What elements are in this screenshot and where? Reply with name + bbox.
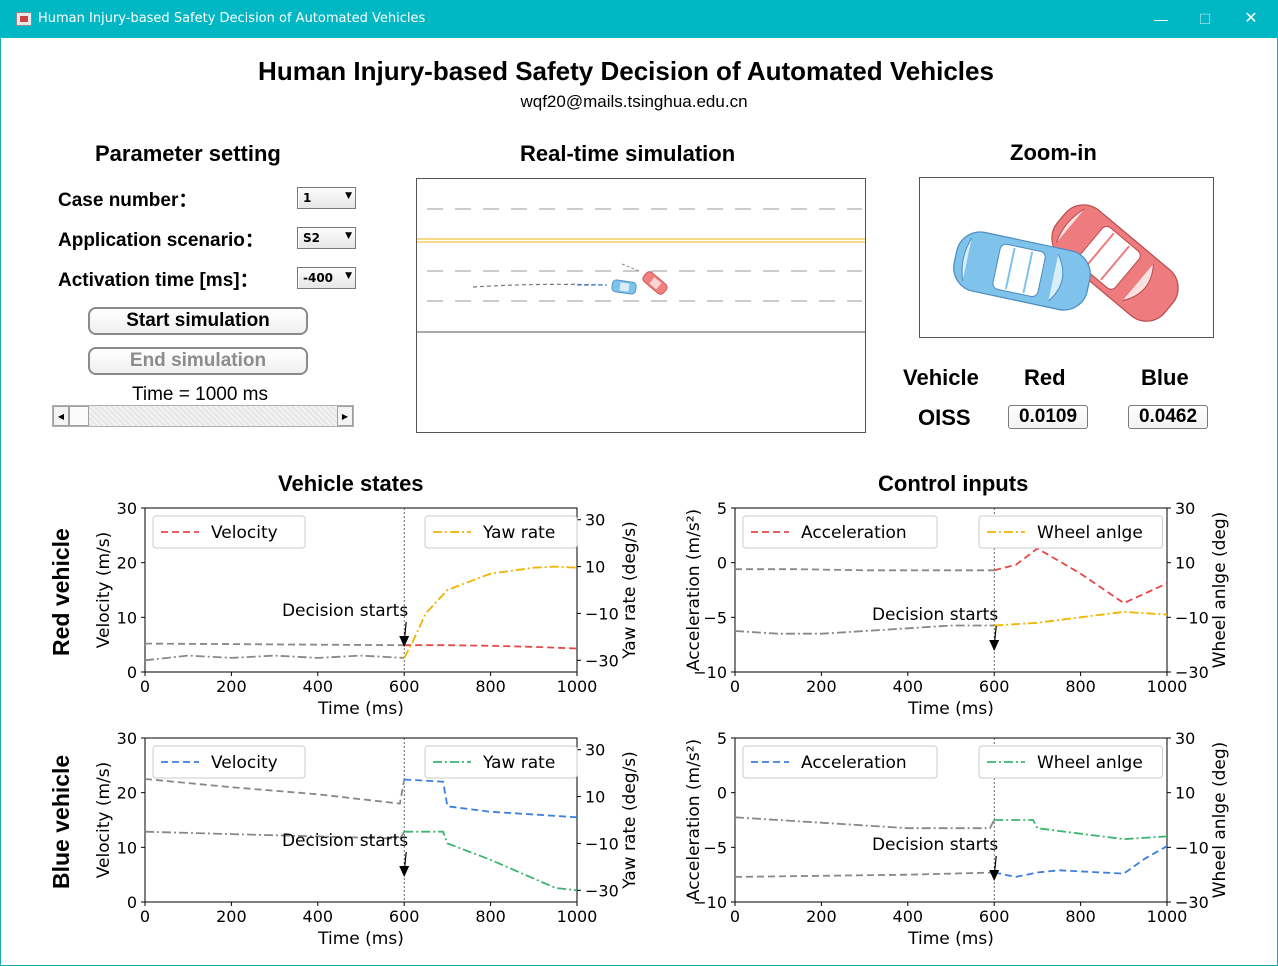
parameter-setting-title: Parameter setting: [95, 141, 281, 166]
blue-vehicle-label: Blue vehicle: [48, 754, 74, 889]
blue-oiss-value: 0.0462: [1128, 405, 1208, 429]
vehicle-column-label: Vehicle: [903, 365, 979, 390]
chevron-down-icon: ▼: [345, 231, 352, 241]
activation-time-value: -400: [303, 271, 334, 285]
chevron-down-icon: ▼: [345, 271, 352, 281]
trajectory-path: [621, 263, 640, 272]
red-vehicle-label: Red vehicle: [48, 528, 74, 656]
blue-vehicle-small: [611, 279, 637, 295]
application-scenario-dropdown[interactable]: S2 ▼: [297, 227, 356, 249]
time-readout: Time = 1000 ms: [131, 384, 269, 405]
red-vehicle-small: [642, 271, 668, 295]
title-bar[interactable]: Human Injury-based Safety Decision of Au…: [0, 0, 1278, 38]
app-icon: [16, 12, 32, 26]
activation-time-label: Activation time [ms]：: [58, 270, 259, 291]
minimize-icon[interactable]: —: [1150, 8, 1172, 30]
activation-time-dropdown[interactable]: -400 ▼: [297, 267, 356, 289]
time-slider[interactable]: ◀ ▶: [52, 405, 354, 427]
red-column-label: Red: [1024, 365, 1066, 390]
page-title: Human Injury-based Safety Decision of Au…: [258, 56, 994, 86]
road-scene: [417, 208, 865, 333]
close-icon[interactable]: ✕: [1240, 8, 1262, 30]
simulation-view: [416, 178, 866, 433]
window-title: Human Injury-based Safety Decision of Au…: [38, 11, 426, 26]
case-number-dropdown[interactable]: 1 ▼: [297, 187, 356, 209]
case-number-label: Case number：: [58, 190, 198, 211]
zoom-view: [919, 177, 1214, 338]
application-scenario-label: Application scenario：: [58, 230, 264, 251]
blue-column-label: Blue: [1141, 365, 1189, 390]
application-scenario-value: S2: [303, 231, 320, 245]
zoom-scene: [953, 204, 1179, 322]
maximize-icon[interactable]: ☐: [1194, 8, 1216, 30]
vehicle-states-title: Vehicle states: [278, 471, 424, 496]
control-inputs-title: Control inputs: [878, 471, 1029, 496]
red-oiss-value: 0.0109: [1008, 405, 1088, 429]
chevron-down-icon: ▼: [345, 191, 352, 201]
start-simulation-button[interactable]: Start simulation: [88, 307, 308, 335]
zoom-in-title: Zoom-in: [1010, 140, 1097, 165]
oiss-label: OISS: [918, 405, 971, 430]
case-number-value: 1: [303, 191, 312, 205]
scroll-right-icon[interactable]: ▶: [337, 406, 353, 426]
real-time-simulation-title: Real-time simulation: [520, 141, 736, 166]
time-slider-thumb[interactable]: [69, 406, 89, 426]
scroll-left-icon[interactable]: ◀: [53, 406, 69, 426]
end-simulation-button[interactable]: End simulation: [88, 347, 308, 375]
author-email: wqf20@mails.tsinghua.edu.cn: [520, 92, 748, 111]
